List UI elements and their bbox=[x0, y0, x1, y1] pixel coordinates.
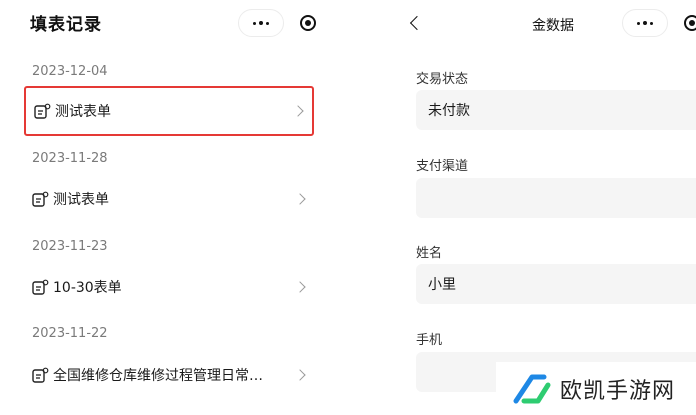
record-date: 2023-12-04 bbox=[32, 64, 108, 79]
field-label: 手机 bbox=[416, 333, 443, 348]
field-label: 支付渠道 bbox=[416, 159, 469, 174]
record-date: 2023-11-23 bbox=[32, 239, 108, 254]
miniapp-capsule bbox=[238, 9, 322, 37]
form-icon bbox=[32, 191, 49, 207]
chevron-right-icon bbox=[294, 369, 306, 381]
record-row[interactable]: 全国维修仓库维修过程管理日常… bbox=[24, 350, 314, 400]
record-row[interactable]: 测试表单 bbox=[24, 86, 314, 136]
chevron-right-icon bbox=[292, 105, 304, 117]
watermark-logo bbox=[513, 374, 551, 403]
watermark-text: 欧凯手游网 bbox=[560, 378, 676, 404]
target-icon[interactable] bbox=[678, 9, 696, 37]
more-icon[interactable] bbox=[622, 9, 668, 37]
record-title: 测试表单 bbox=[55, 104, 111, 120]
record-row[interactable]: 10-30表单 bbox=[24, 262, 314, 312]
payment-channel-field[interactable] bbox=[416, 178, 696, 218]
records-panel: 填表记录 2023-12-04 测试表单 2023-11-28 测试表单 202… bbox=[0, 0, 330, 415]
chevron-right-icon bbox=[294, 193, 306, 205]
record-date: 2023-11-22 bbox=[32, 326, 108, 341]
more-icon[interactable] bbox=[238, 9, 284, 37]
form-icon bbox=[32, 279, 49, 295]
form-icon bbox=[32, 367, 49, 383]
record-title: 10-30表单 bbox=[53, 280, 122, 296]
record-title: 测试表单 bbox=[53, 192, 109, 208]
screen: 填表记录 2023-12-04 测试表单 2023-11-28 测试表单 202… bbox=[0, 0, 696, 415]
record-title: 全国维修仓库维修过程管理日常… bbox=[53, 368, 263, 384]
miniapp-capsule bbox=[622, 9, 696, 37]
name-field[interactable]: 小里 bbox=[416, 264, 696, 304]
field-label: 姓名 bbox=[416, 246, 443, 261]
trade-status-field[interactable]: 未付款 bbox=[416, 90, 696, 130]
record-row[interactable]: 测试表单 bbox=[24, 174, 314, 224]
field-label: 交易状态 bbox=[416, 72, 469, 87]
form-icon bbox=[34, 103, 51, 119]
detail-panel: 金数据 交易状态 未付款 支付渠道 姓名 小里 手机 bbox=[396, 0, 696, 415]
watermark: 欧凯手游网 bbox=[496, 362, 696, 415]
chevron-right-icon bbox=[294, 281, 306, 293]
record-date: 2023-11-28 bbox=[32, 151, 108, 166]
back-icon[interactable] bbox=[409, 15, 425, 31]
detail-title: 金数据 bbox=[532, 18, 574, 34]
page-title: 填表记录 bbox=[30, 15, 102, 35]
target-icon[interactable] bbox=[294, 9, 322, 37]
